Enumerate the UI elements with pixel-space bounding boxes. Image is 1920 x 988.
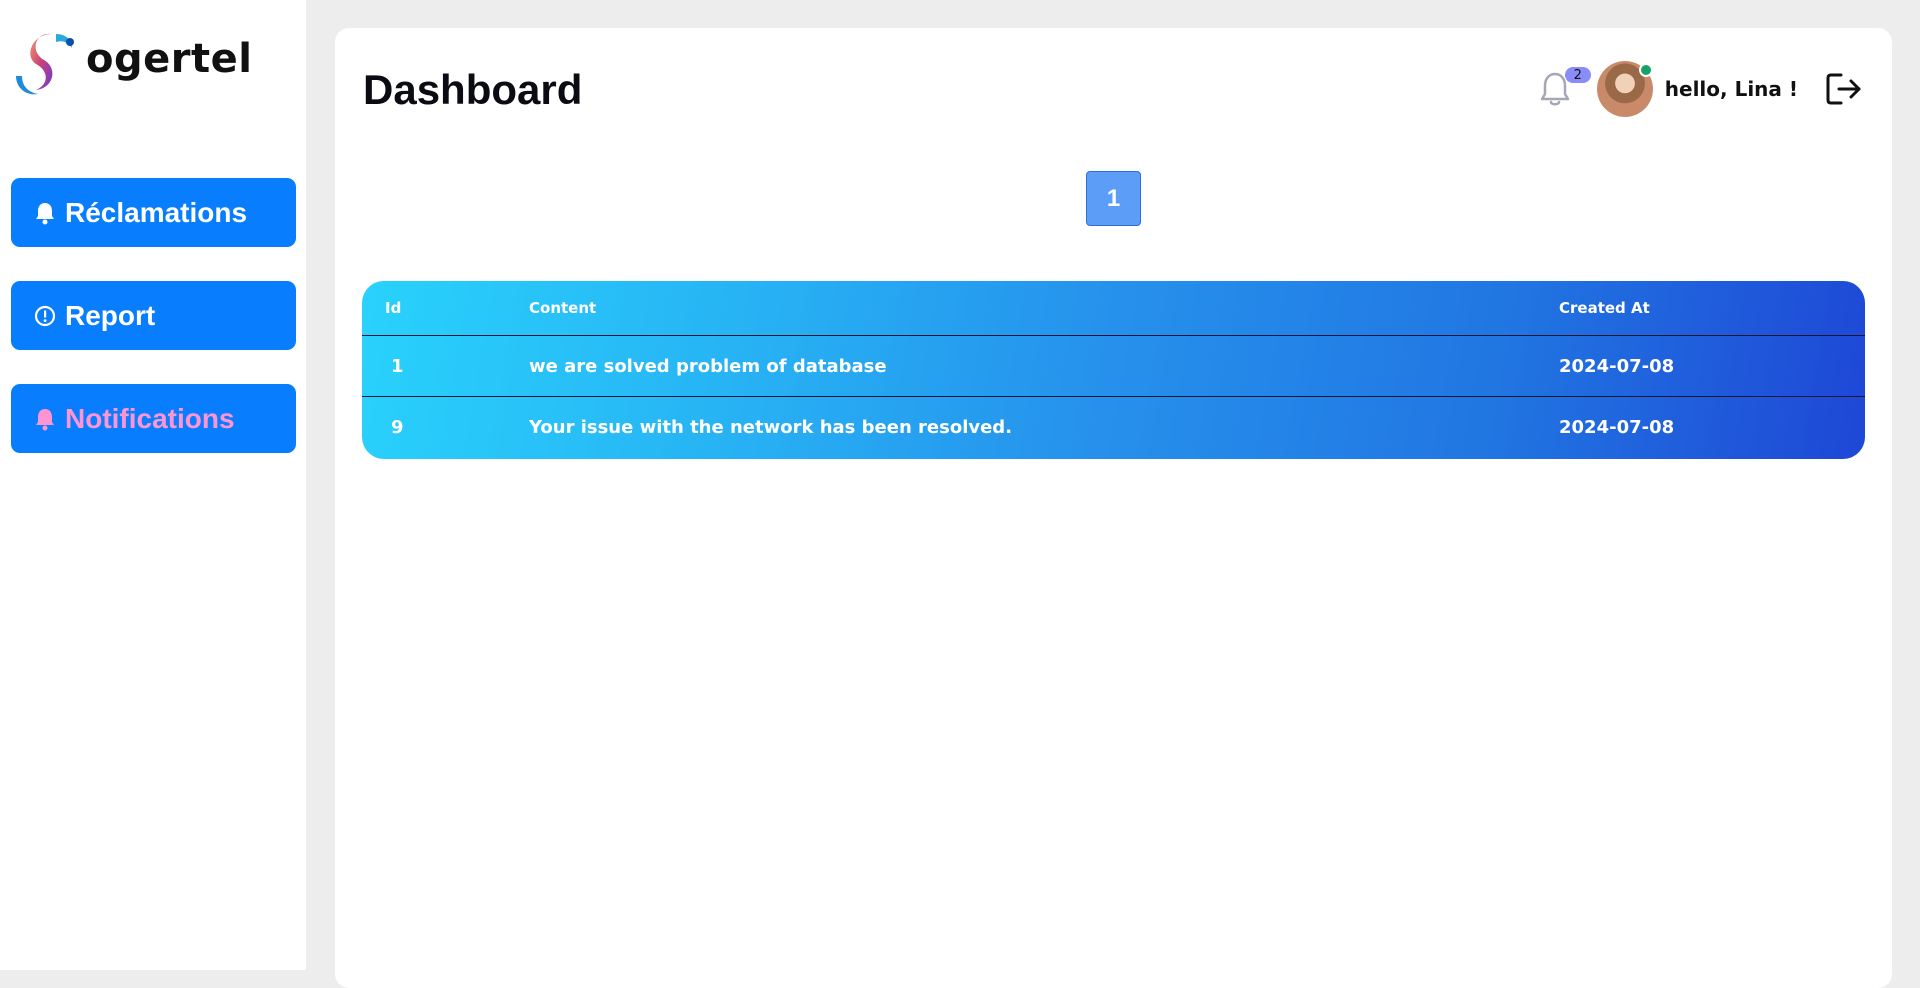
online-status-dot: [1638, 63, 1653, 77]
bell-icon: [33, 201, 57, 225]
sidebar-item-label: Notifications: [65, 402, 235, 434]
logo-mark-icon: [16, 33, 74, 95]
pagination-page-button[interactable]: 1: [1086, 171, 1141, 226]
notifications-button[interactable]: 2: [1535, 67, 1591, 109]
brand-name: ogertel: [86, 36, 253, 82]
row-content: Your issue with the network has been res…: [529, 417, 1013, 438]
row-id: 9: [391, 417, 404, 438]
row-id: 1: [391, 355, 404, 377]
main-panel: Dashboard 2 hello, Lina ! 1 Id Content C…: [335, 28, 1892, 988]
row-created-at: 2024-07-08: [1559, 417, 1675, 438]
sidebar-item-label: Réclamations: [65, 196, 248, 228]
column-header-content[interactable]: Content: [529, 299, 596, 317]
sidebar-item-reclamations[interactable]: Réclamations: [11, 178, 296, 247]
sidebar: ogertel Réclamations Report Notification…: [0, 0, 306, 970]
table-header-row: Id Content Created At: [362, 281, 1865, 336]
logout-icon: [1826, 73, 1861, 105]
exclamation-circle-icon: [33, 304, 57, 328]
row-content: we are solved problem of database: [529, 355, 887, 377]
avatar[interactable]: [1596, 61, 1653, 117]
column-header-id[interactable]: Id: [385, 299, 401, 317]
column-header-created-at[interactable]: Created At: [1559, 299, 1650, 317]
sidebar-item-label: Report: [65, 299, 156, 331]
page-title: Dashboard: [363, 66, 583, 113]
table-row[interactable]: 1 we are solved problem of database 2024…: [362, 336, 1865, 397]
notifications-table: Id Content Created At 1 we are solved pr…: [362, 281, 1865, 459]
sidebar-item-report[interactable]: Report: [11, 281, 296, 350]
bell-icon: [33, 407, 57, 431]
logout-button[interactable]: [1824, 69, 1864, 109]
notification-count-badge: 2: [1564, 67, 1591, 83]
user-greeting: hello, Lina !: [1664, 77, 1798, 101]
sidebar-item-notifications[interactable]: Notifications: [11, 384, 296, 453]
row-created-at: 2024-07-08: [1559, 355, 1675, 377]
brand-logo[interactable]: ogertel: [12, 26, 252, 98]
header-toolbar: 2 hello, Lina !: [1535, 60, 1864, 118]
table-row[interactable]: 9 Your issue with the network has been r…: [362, 397, 1865, 458]
